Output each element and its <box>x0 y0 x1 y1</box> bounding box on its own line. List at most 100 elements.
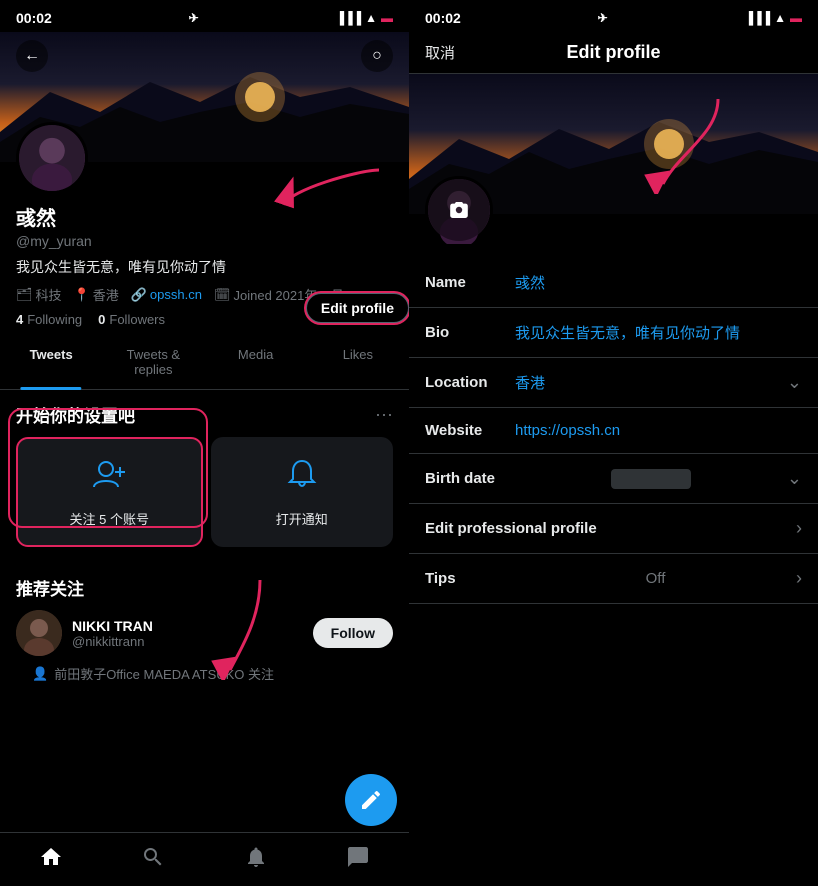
battery-icon-left: ▬ <box>381 11 393 25</box>
recommended-user-handle: @nikkittrann <box>72 634 303 649</box>
wifi-icon-left: ▲ <box>365 11 377 25</box>
username: @my_yuran <box>16 233 393 249</box>
search-icon: ○ <box>372 47 382 65</box>
card-notifications-label: 打开通知 <box>276 509 328 528</box>
display-name: 彧然 <box>16 202 393 231</box>
meta-location-text: 香港 <box>93 285 119 304</box>
add-person-icon <box>91 457 127 501</box>
location-icon: 📍 <box>74 287 90 303</box>
compose-icon <box>359 788 383 812</box>
recommended-title: 推荐关注 <box>16 575 393 600</box>
tips-off-value: Off <box>646 570 666 587</box>
field-name-value: 彧然 <box>515 272 802 293</box>
edit-avatar-area[interactable] <box>425 176 493 244</box>
profile-avatar <box>16 122 88 194</box>
followers-stat[interactable]: 0 Followers <box>98 312 165 327</box>
edit-header: 取消 Edit profile <box>409 32 818 74</box>
nav-notifications[interactable] <box>236 837 276 883</box>
tab-tweets-replies[interactable]: Tweets & replies <box>102 335 204 389</box>
field-birthdate-label: Birth date <box>425 470 515 487</box>
meta-website: 🔗 opssh.cn <box>131 285 202 304</box>
profile-section: Edit profile 彧然 @my_yuran 我见众生皆无意，唯有见你动了… <box>0 122 409 331</box>
edit-profile-title: Edit profile <box>567 42 661 63</box>
cancel-button[interactable]: 取消 <box>425 42 455 63</box>
nav-home[interactable] <box>31 837 71 883</box>
avatar-svg <box>19 122 85 194</box>
field-location-value: 香港 <box>515 372 787 393</box>
field-website-value: https://opssh.cn <box>515 422 802 439</box>
website-link[interactable]: opssh.cn <box>150 287 202 302</box>
tab-tweets[interactable]: Tweets <box>0 335 102 389</box>
following-stat[interactable]: 4 Following <box>16 312 82 327</box>
top-nav-left: ← ○ <box>0 32 409 80</box>
recommended-section: 推荐关注 NIKKI TRAN @nikkittrann Follow 👤 前田… <box>0 563 409 691</box>
bottom-nav-left <box>0 832 409 886</box>
field-professional-profile[interactable]: Edit professional profile › <box>409 504 818 554</box>
field-location-label: Location <box>425 374 515 391</box>
link-icon: 🔗 <box>131 287 147 303</box>
field-tips[interactable]: Tips Off › <box>409 554 818 604</box>
following-count: 4 <box>16 312 23 327</box>
calendar-icon: 🗓 <box>214 287 231 303</box>
camera-icon <box>447 198 471 222</box>
right-panel: 00:02 ✈ ▐▐▐ ▲ ▬ 取消 Edit profile <box>409 0 818 886</box>
search-button[interactable]: ○ <box>361 40 393 72</box>
signal-icon-left: ▐▐▐ <box>336 11 362 25</box>
edit-fields: Name 彧然 Bio 我见众生皆无意，唯有见你动了情 Location 香港 … <box>409 214 818 886</box>
cover-image-right <box>409 74 818 214</box>
edit-avatar <box>425 176 493 244</box>
field-birthdate[interactable]: Birth date ⌄ <box>409 454 818 504</box>
back-button[interactable]: ← <box>16 40 48 72</box>
field-tips-label: Tips <box>425 570 515 587</box>
left-panel: 00:02 ✈ ▐▐▐ ▲ ▬ <box>0 0 409 886</box>
follow-button[interactable]: Follow <box>313 618 393 648</box>
field-name[interactable]: Name 彧然 <box>409 258 818 308</box>
bell-icon <box>284 457 320 501</box>
field-website[interactable]: Website https://opssh.cn <box>409 408 818 454</box>
nav-messages[interactable] <box>338 837 378 883</box>
field-website-label: Website <box>425 422 515 439</box>
mutual-text: 前田敦子Office MAEDA ATSUKO 关注 <box>54 664 274 683</box>
person-icon: 👤 <box>32 666 48 682</box>
battery-icon-right: ▬ <box>790 11 802 25</box>
following-label: Following <box>27 312 82 327</box>
field-bio[interactable]: Bio 我见众生皆无意，唯有见你动了情 <box>409 308 818 358</box>
tab-media[interactable]: Media <box>205 335 307 389</box>
profile-header-row: Edit profile <box>16 122 393 194</box>
status-time-left: 00:02 <box>16 10 52 26</box>
field-location[interactable]: Location 香港 ⌄ <box>409 358 818 408</box>
status-bar-left: 00:02 ✈ ▐▐▐ ▲ ▬ <box>0 0 409 32</box>
avatar-container <box>16 122 88 194</box>
nav-search[interactable] <box>133 837 173 883</box>
suggestions-header: 开始你的设置吧 ··· <box>16 402 393 427</box>
status-icons-left: ▐▐▐ ▲ ▬ <box>336 11 393 25</box>
birthdate-chevron-icon: ⌄ <box>787 468 802 489</box>
location-chevron-icon: ⌄ <box>787 372 802 393</box>
tab-likes[interactable]: Likes <box>307 335 409 389</box>
status-location-icon-right: ✈ <box>598 11 608 25</box>
field-name-label: Name <box>425 274 515 291</box>
suggestions-title: 开始你的设置吧 <box>16 402 135 427</box>
avatar-image <box>19 125 85 191</box>
edit-profile-button[interactable]: Edit profile <box>306 293 409 323</box>
category-icon: 🗂 <box>16 287 33 303</box>
profile-tabs: Tweets Tweets & replies Media Likes <box>0 335 409 390</box>
status-icons-right: ▐▐▐ ▲ ▬ <box>745 11 802 25</box>
suggestion-card-follow[interactable]: 关注 5 个账号 <box>16 437 203 547</box>
status-time-right: 00:02 <box>425 10 461 26</box>
meta-location: 📍 香港 <box>74 285 119 304</box>
tips-chevron-icon: › <box>796 568 802 589</box>
compose-fab[interactable] <box>345 774 397 826</box>
field-bio-label: Bio <box>425 324 515 341</box>
suggestion-card-notifications[interactable]: 打开通知 <box>211 437 394 547</box>
more-button[interactable]: ··· <box>375 404 393 425</box>
field-bio-value: 我见众生皆无意，唯有见你动了情 <box>515 322 802 343</box>
meta-category: 🗂 科技 <box>16 285 62 304</box>
followers-count: 0 <box>98 312 105 327</box>
card-follow-label: 关注 5 个账号 <box>70 509 149 528</box>
recommended-user-info: NIKKI TRAN @nikkittrann <box>72 618 303 649</box>
recommended-user-avatar <box>16 610 62 656</box>
meta-category-text: 科技 <box>36 285 62 304</box>
status-location-icon: ✈ <box>189 11 199 25</box>
mutual-row: 👤 前田敦子Office MAEDA ATSUKO 关注 <box>16 664 393 683</box>
